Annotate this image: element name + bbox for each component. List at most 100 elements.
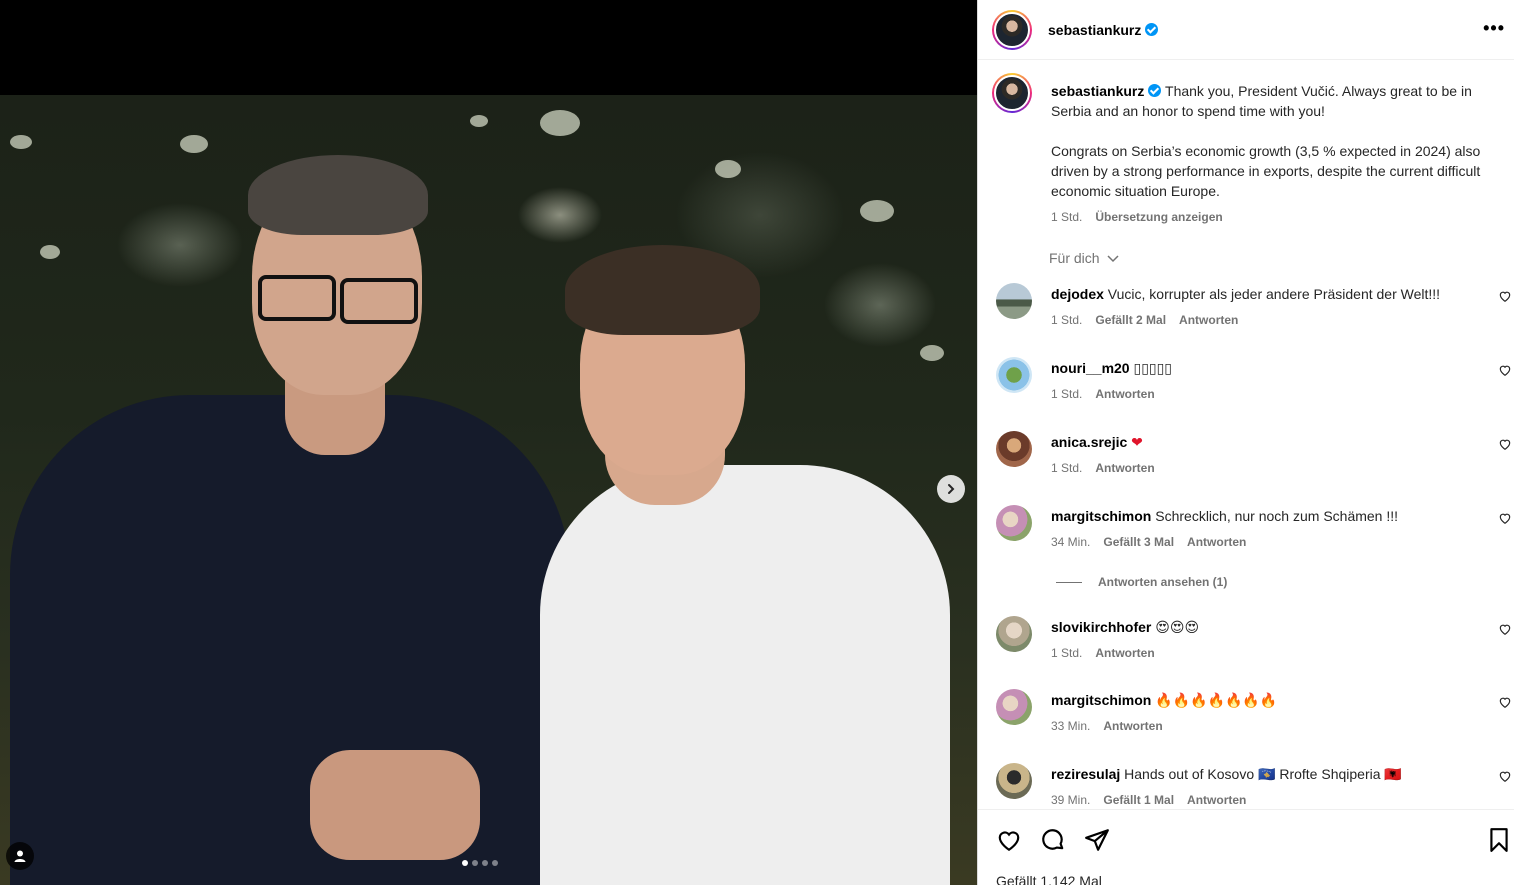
heart-icon[interactable] xyxy=(1498,511,1512,525)
carousel-dot xyxy=(472,860,478,866)
comment-text: ❤ xyxy=(1131,434,1143,450)
white-shirt xyxy=(540,465,950,885)
comment-time[interactable]: 1 Std. xyxy=(1051,461,1082,475)
author-username[interactable]: sebastiankurz xyxy=(1048,22,1141,38)
comment-meta: 39 Min. Gefällt 1 Mal Antworten xyxy=(1051,793,1246,807)
commenter-avatar[interactable] xyxy=(996,616,1032,652)
chevron-right-icon xyxy=(948,484,955,494)
view-replies-button[interactable]: Antworten ansehen (1) xyxy=(1056,575,1227,589)
paper-plane-icon[interactable] xyxy=(1084,827,1110,853)
carousel-next-button[interactable] xyxy=(937,475,965,503)
comment-item: margitschimon Schrecklich, nur noch zum … xyxy=(992,505,1512,565)
commenter-avatar[interactable] xyxy=(996,689,1032,725)
comment-body: reziresulaj Hands out of Kosovo 🇽🇰 Rroft… xyxy=(1051,765,1471,783)
heart-icon[interactable] xyxy=(1498,437,1512,451)
dark-shirt xyxy=(10,395,570,885)
comment-time[interactable]: 39 Min. xyxy=(1051,793,1090,807)
caption-author-avatar[interactable] xyxy=(992,73,1032,113)
reply-button[interactable]: Antworten xyxy=(1187,793,1246,807)
commenter-avatar[interactable] xyxy=(996,283,1032,319)
person-left xyxy=(0,95,570,885)
comment-body: nouri__m20 ▯▯▯▯▯ xyxy=(1051,359,1471,377)
person-right xyxy=(520,95,960,885)
reply-button[interactable]: Antworten xyxy=(1187,535,1246,549)
instagram-post-view: sebastiankurz ••• sebastiankurz Thank yo… xyxy=(0,0,1514,885)
comment-body: slovikirchhofer 😍😍😍 xyxy=(1051,618,1471,636)
more-options-icon[interactable]: ••• xyxy=(1483,18,1505,39)
comment-likes-count[interactable]: Gefällt 3 Mal xyxy=(1103,535,1174,549)
bookmark-icon[interactable] xyxy=(1486,827,1512,853)
comment-item: reziresulaj Hands out of Kosovo 🇽🇰 Rroft… xyxy=(992,763,1512,809)
verified-badge-icon xyxy=(1148,84,1162,97)
comments-scroll-area[interactable]: sebastiankurz Thank you, President Vučić… xyxy=(978,61,1514,809)
comment-username[interactable]: reziresulaj xyxy=(1051,766,1120,782)
commenter-avatar[interactable] xyxy=(996,763,1032,799)
avatar-image xyxy=(994,75,1030,111)
heart-icon[interactable] xyxy=(1498,769,1512,783)
translate-link[interactable]: Übersetzung anzeigen xyxy=(1095,207,1222,227)
caption-text: sebastiankurz Thank you, President Vučić… xyxy=(1051,81,1501,227)
comment-username[interactable]: margitschimon xyxy=(1051,508,1151,524)
carousel-indicator xyxy=(462,860,498,866)
reply-button[interactable]: Antworten xyxy=(1179,313,1238,327)
verified-badge-icon xyxy=(1145,23,1159,36)
hair xyxy=(248,155,428,235)
comment-body: margitschimon Schrecklich, nur noch zum … xyxy=(1051,507,1471,525)
replies-divider-line xyxy=(1056,581,1082,583)
comment-username[interactable]: anica.srejic xyxy=(1051,434,1127,450)
comment-sort-dropdown[interactable]: Für dich xyxy=(1049,250,1119,266)
comment-meta: 1 Std. Antworten xyxy=(1051,387,1155,401)
reply-button[interactable]: Antworten xyxy=(1103,719,1162,733)
post-media xyxy=(0,0,977,885)
comment-likes-count[interactable]: Gefällt 1 Mal xyxy=(1103,793,1174,807)
comment-item: slovikirchhofer 😍😍😍 1 Std. Antworten xyxy=(992,616,1512,676)
heart-icon[interactable] xyxy=(1498,622,1512,636)
comment-text: 🔥🔥🔥🔥🔥🔥🔥 xyxy=(1155,692,1278,708)
commenter-avatar[interactable] xyxy=(996,431,1032,467)
hair xyxy=(565,245,760,335)
comment-time[interactable]: 1 Std. xyxy=(1051,313,1082,327)
commenter-avatar[interactable] xyxy=(996,357,1032,393)
heart-icon[interactable] xyxy=(1498,363,1512,377)
comment-username[interactable]: nouri__m20 xyxy=(1051,360,1130,376)
comment-text: ▯▯▯▯▯ xyxy=(1133,360,1173,376)
comment-meta: 33 Min. Antworten xyxy=(1051,719,1163,733)
caption-line-2: Congrats on Serbia’s economic growth (3,… xyxy=(1051,143,1481,199)
comment-item: margitschimon 🔥🔥🔥🔥🔥🔥🔥 33 Min. Antworten xyxy=(992,689,1512,749)
comment-body: anica.srejic ❤ xyxy=(1051,433,1471,451)
comment-body: dejodex Vucic, korrupter als jeder ander… xyxy=(1051,285,1471,303)
post-photo[interactable] xyxy=(0,95,977,885)
comment-time[interactable]: 1 Std. xyxy=(1051,387,1082,401)
user-tag-button[interactable] xyxy=(6,842,34,870)
caption-meta: 1 Std. Übersetzung anzeigen xyxy=(1051,207,1501,227)
glasses-right-lens xyxy=(340,278,418,324)
comment-username[interactable]: margitschimon xyxy=(1051,692,1151,708)
reply-button[interactable]: Antworten xyxy=(1095,387,1154,401)
comment-time[interactable]: 34 Min. xyxy=(1051,535,1090,549)
comment-body: margitschimon 🔥🔥🔥🔥🔥🔥🔥 xyxy=(1051,691,1471,709)
reply-button[interactable]: Antworten xyxy=(1095,646,1154,660)
comment-likes-count[interactable]: Gefällt 2 Mal xyxy=(1095,313,1166,327)
carousel-dot xyxy=(492,860,498,866)
heart-icon[interactable] xyxy=(996,827,1022,853)
carousel-dot xyxy=(462,860,468,866)
caption-author-username[interactable]: sebastiankurz xyxy=(1051,83,1144,99)
comment-username[interactable]: dejodex xyxy=(1051,286,1104,302)
hands xyxy=(310,750,480,860)
author-avatar[interactable] xyxy=(992,9,1032,50)
heart-icon[interactable] xyxy=(1498,695,1512,709)
caption-time[interactable]: 1 Std. xyxy=(1051,207,1082,227)
comment-username[interactable]: slovikirchhofer xyxy=(1051,619,1151,635)
comment-text: 😍😍😍 xyxy=(1155,619,1200,635)
comment-time[interactable]: 1 Std. xyxy=(1051,646,1082,660)
heart-icon[interactable] xyxy=(1498,289,1512,303)
comment-item: anica.srejic ❤ 1 Std. Antworten xyxy=(992,431,1512,491)
comment-text: Schrecklich, nur noch zum Schämen !!! xyxy=(1155,508,1399,524)
likes-count[interactable]: Gefällt 1.142 Mal xyxy=(996,873,1102,885)
commenter-avatar[interactable] xyxy=(996,505,1032,541)
comment-bubble-icon[interactable] xyxy=(1040,827,1066,853)
comment-time[interactable]: 33 Min. xyxy=(1051,719,1090,733)
comment-item: dejodex Vucic, korrupter als jeder ander… xyxy=(992,283,1512,343)
reply-button[interactable]: Antworten xyxy=(1095,461,1154,475)
